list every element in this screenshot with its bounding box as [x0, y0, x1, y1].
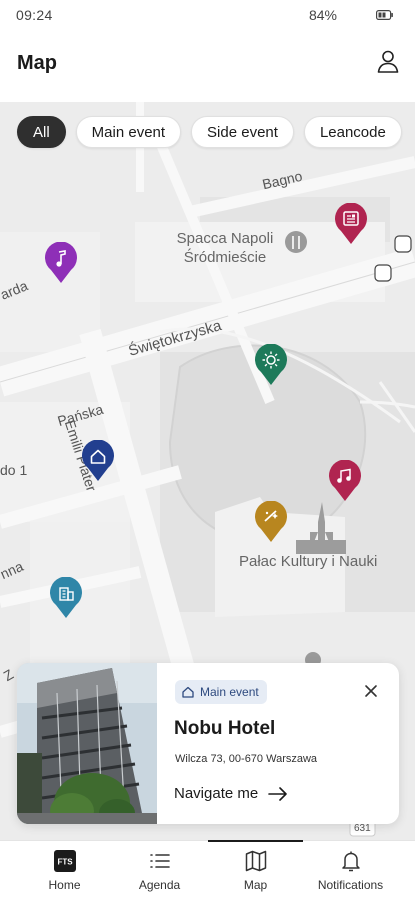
tab-home-label: Home [48, 878, 81, 892]
tab-home[interactable]: FTS Home [17, 841, 112, 900]
street-do1: do 1 [0, 462, 28, 478]
map-marker-music-red[interactable] [328, 460, 362, 502]
tab-agenda-label: Agenda [138, 878, 181, 892]
filter-chip-main-event[interactable]: Main event [75, 116, 182, 148]
filter-chip-all[interactable]: All [17, 116, 66, 148]
filter-chips: All Main event Side event Leancode [17, 116, 402, 148]
event-type-badge: Main event [175, 680, 267, 704]
tab-map[interactable]: Map [208, 841, 303, 900]
profile-icon[interactable] [375, 48, 401, 74]
fts-logo-icon: FTS [53, 850, 76, 872]
map-marker-news[interactable] [334, 203, 368, 245]
poi-label-spacca-napoli: Spacca Napoli Śródmieście [176, 230, 274, 266]
road-number-631: 631 [354, 823, 371, 834]
badge-label: Main event [200, 685, 259, 699]
event-address: Wilcza 73, 00-670 Warszawa [175, 753, 318, 765]
svg-text:FTS: FTS [57, 858, 73, 867]
navigate-button[interactable]: Navigate me [174, 785, 288, 802]
home-icon [182, 686, 194, 698]
hotel-photo [17, 663, 157, 824]
filter-chip-side-event[interactable]: Side event [191, 116, 294, 148]
poi-label-palac-kultury: Pałac Kultury i Nauki [239, 553, 378, 570]
map-marker-sparkle[interactable] [254, 501, 288, 543]
battery-percent: 84% [308, 7, 337, 23]
map-marker-building[interactable] [49, 577, 83, 619]
filter-chip-leancode[interactable]: Leancode [303, 116, 402, 148]
map-icon [245, 850, 266, 872]
arrow-right-icon [268, 786, 288, 801]
status-bar: 09:24 84% [0, 0, 415, 30]
close-icon[interactable] [363, 683, 379, 699]
tab-notifications[interactable]: Notifications [303, 841, 398, 900]
battery-icon [376, 10, 393, 20]
navigate-label: Navigate me [174, 785, 259, 802]
page-title: Map [17, 52, 57, 74]
tab-agenda[interactable]: Agenda [112, 841, 207, 900]
bottom-navigation: FTS Home Agenda Map Notifications [0, 840, 415, 900]
list-icon [149, 854, 170, 868]
event-card[interactable]: Main event Nobu Hotel Wilcza 73, 00-670 … [17, 663, 399, 824]
map-marker-sun[interactable] [254, 344, 288, 386]
map-marker-music-purple[interactable] [44, 242, 78, 284]
event-title: Nobu Hotel [174, 718, 276, 739]
status-time: 09:24 [16, 7, 53, 23]
tab-map-label: Map [243, 878, 268, 892]
bell-icon [341, 851, 360, 872]
map-marker-home[interactable] [81, 440, 115, 482]
tab-notifications-label: Notifications [317, 878, 384, 892]
app-header: Map [0, 30, 415, 102]
